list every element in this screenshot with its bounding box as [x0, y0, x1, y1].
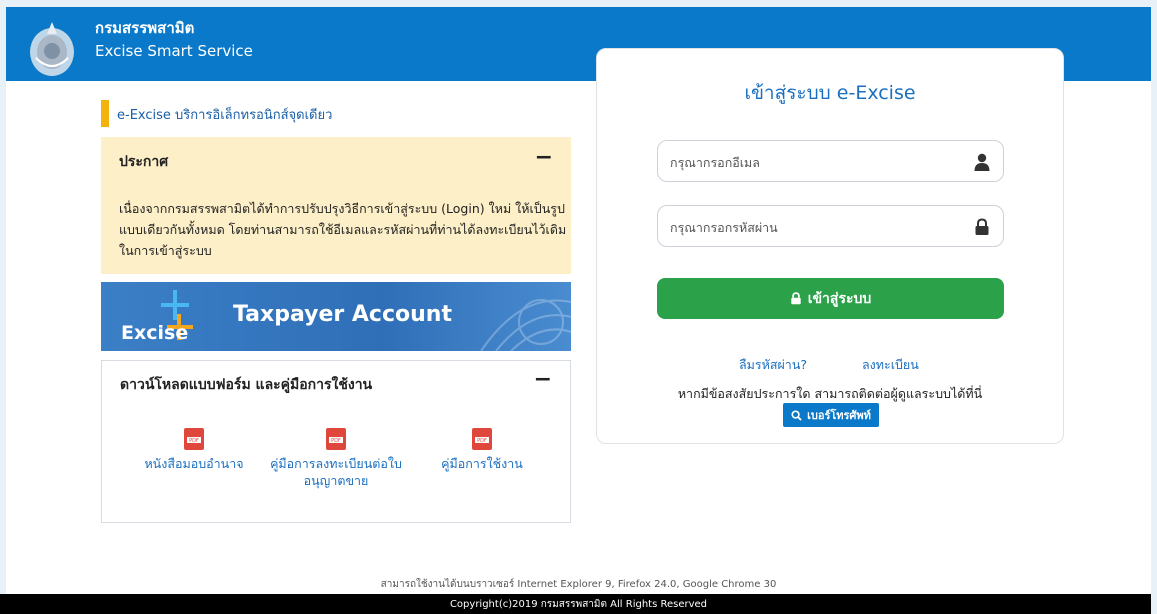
download-label: คู่มือการใช้งาน	[441, 456, 523, 471]
downloads-panel: ดาวน์โหลดแบบฟอร์ม และคู่มือการใช้งาน − P…	[101, 360, 571, 523]
download-label: หนังสือมอบอำนาจ	[144, 456, 244, 471]
footer: Copyright(c)2019 กรมสรรพสามิต All Rights…	[0, 594, 1157, 614]
user-icon	[974, 153, 990, 171]
lock-icon	[791, 292, 801, 305]
page: กรมสรรพสามิต Excise Smart Service e-Exci…	[0, 0, 1157, 614]
login-button-label: เข้าสู่ระบบ	[807, 290, 872, 307]
announcement-panel: ประกาศ − เนื่องจากกรมสรรพสามิตได้ทำการปร…	[101, 137, 571, 274]
taxpayer-account-banner[interactable]: Excise Taxpayer Account	[101, 282, 571, 351]
pdf-icon: PDF	[472, 428, 492, 450]
copyright-text: Copyright(c)2019 กรมสรรพสามิต All Rights…	[449, 599, 708, 610]
help-text: หากมีข้อสงสัยประการใด สามารถติดต่อผู้ดูแ…	[677, 386, 983, 401]
lock-icon	[975, 218, 989, 235]
org-name-en: Excise Smart Service	[95, 42, 253, 60]
svg-text:PDF: PDF	[477, 438, 487, 444]
email-field[interactable]	[657, 140, 1004, 182]
login-button[interactable]: เข้าสู่ระบบ	[657, 278, 1004, 319]
login-panel: เข้าสู่ระบบ e-Excise เข้าสู่ระบบ ลืมรหัส…	[596, 48, 1064, 444]
browser-support-note: สามารถใช้งานได้บนบราวเซอร์ Internet Expl…	[380, 579, 777, 590]
pdf-icon: PDF	[326, 428, 346, 450]
tagline: e-Excise บริการอิเล็กทรอนิกส์จุดเดียว	[117, 108, 333, 123]
downloads-title: ดาวน์โหลดแบบฟอร์ม และคู่มือการใช้งาน	[120, 377, 373, 393]
tagline-accent	[101, 100, 109, 127]
banner-title: Taxpayer Account	[233, 302, 452, 327]
login-title: เข้าสู่ระบบ e-Excise	[744, 82, 916, 104]
excise-seal-logo	[30, 22, 74, 76]
download-user-manual[interactable]: PDF คู่มือการใช้งาน	[422, 427, 542, 472]
download-power-of-attorney[interactable]: PDF หนังสือมอบอำนาจ	[134, 427, 254, 472]
phone-number-button[interactable]: เบอร์โทรศัพท์	[783, 403, 879, 427]
downloads-collapse-button[interactable]: −	[534, 367, 552, 392]
register-link[interactable]: ลงทะเบียน	[862, 355, 919, 375]
banner-brand: Excise	[121, 322, 189, 344]
download-license-renewal-guide[interactable]: PDF คู่มือการลงทะเบียนต่อใบอนุญาตขาย	[266, 427, 406, 489]
svg-text:PDF: PDF	[331, 438, 341, 444]
top-strip	[6, 0, 1151, 7]
pdf-icon: PDF	[184, 428, 204, 450]
phone-button-label: เบอร์โทรศัพท์	[807, 409, 871, 422]
forgot-password-link[interactable]: ลืมรหัสผ่าน?	[739, 355, 807, 375]
password-field[interactable]	[657, 205, 1004, 247]
email-input[interactable]	[670, 152, 960, 172]
org-name-th: กรมสรรพสามิต	[95, 19, 195, 37]
announcement-collapse-button[interactable]: −	[535, 145, 553, 170]
search-icon	[791, 409, 802, 421]
download-label: คู่มือการลงทะเบียนต่อใบอนุญาตขาย	[270, 456, 402, 488]
announcement-body: เนื่องจากกรมสรรพสามิตได้ทำการปรับปรุงวิธ…	[119, 201, 567, 258]
svg-text:PDF: PDF	[189, 438, 199, 444]
password-input[interactable]	[670, 217, 960, 237]
announcement-title: ประกาศ	[119, 154, 169, 170]
